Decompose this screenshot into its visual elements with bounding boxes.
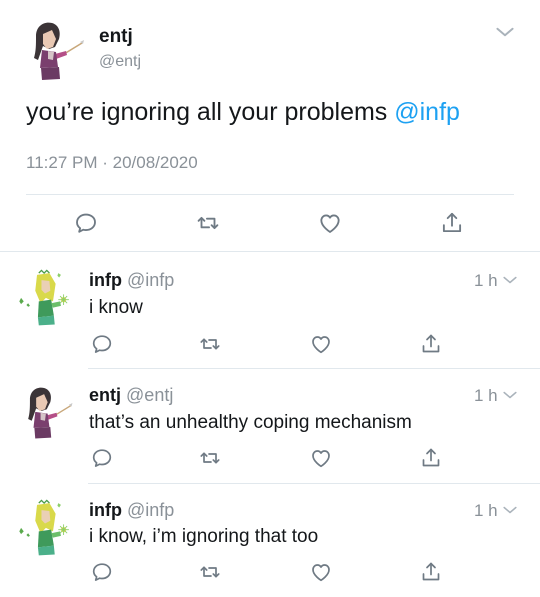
share-button[interactable] xyxy=(438,209,466,237)
like-button[interactable] xyxy=(307,330,335,358)
entj-avatar[interactable] xyxy=(14,380,76,442)
retweet-icon xyxy=(198,560,222,584)
reply-author-handle[interactable]: @entj xyxy=(126,385,173,405)
like-button[interactable] xyxy=(307,558,335,586)
reply-text: that’s an unhealthy coping mechanism xyxy=(89,412,412,433)
share-button[interactable] xyxy=(417,444,445,472)
like-icon xyxy=(309,446,333,470)
reply-author-name[interactable]: infp xyxy=(89,500,122,520)
chevron-down-icon[interactable] xyxy=(500,500,520,520)
like-button[interactable] xyxy=(307,444,335,472)
reply-time[interactable]: 1 h xyxy=(474,271,498,291)
reply-author-name[interactable]: entj xyxy=(89,385,121,405)
share-button[interactable] xyxy=(417,330,445,358)
divider xyxy=(26,194,514,195)
retweet-button[interactable] xyxy=(196,558,224,586)
reply-icon xyxy=(90,332,114,356)
mention-link[interactable]: @infp xyxy=(394,98,460,126)
reply-header: infp @infp xyxy=(89,270,174,291)
infp-avatar[interactable] xyxy=(14,266,76,328)
reply-author-handle[interactable]: @infp xyxy=(127,270,174,290)
like-icon xyxy=(309,560,333,584)
reply-header: entj @entj xyxy=(89,385,173,406)
like-icon xyxy=(317,210,343,236)
retweet-icon xyxy=(198,446,222,470)
reply-button[interactable] xyxy=(72,209,100,237)
reply-button[interactable] xyxy=(88,558,116,586)
retweet-icon xyxy=(198,332,222,356)
entj-avatar[interactable] xyxy=(18,14,88,84)
retweet-button[interactable] xyxy=(194,209,222,237)
share-icon xyxy=(419,332,443,356)
divider xyxy=(88,483,540,484)
reply-button[interactable] xyxy=(88,444,116,472)
infp-avatar[interactable] xyxy=(14,496,76,558)
chevron-down-icon[interactable] xyxy=(500,385,520,405)
retweet-button[interactable] xyxy=(196,444,224,472)
reply-header: infp @infp xyxy=(89,500,174,521)
share-icon xyxy=(439,210,465,236)
like-icon xyxy=(309,332,333,356)
reply-time[interactable]: 1 h xyxy=(474,501,498,521)
retweet-button[interactable] xyxy=(196,330,224,358)
reply-author-name[interactable]: infp xyxy=(89,270,122,290)
like-button[interactable] xyxy=(316,209,344,237)
chevron-down-icon[interactable] xyxy=(492,19,518,45)
reply-button[interactable] xyxy=(88,330,116,358)
author-handle[interactable]: @entj xyxy=(99,53,141,71)
reply-time[interactable]: 1 h xyxy=(474,386,498,406)
reply-icon xyxy=(73,210,99,236)
divider xyxy=(0,251,540,252)
tweet-timestamp[interactable]: 11:27 PM · 20/08/2020 xyxy=(26,153,198,173)
tweet-body: you’re ignoring all your problems xyxy=(26,98,395,126)
tweet-text: you’re ignoring all your problems @infp xyxy=(26,96,460,128)
reply-author-handle[interactable]: @infp xyxy=(127,500,174,520)
author-name[interactable]: entj xyxy=(99,26,133,48)
reply-text: i know, i’m ignoring that too xyxy=(89,526,319,547)
share-icon xyxy=(419,446,443,470)
divider xyxy=(88,368,540,369)
share-button[interactable] xyxy=(417,558,445,586)
reply-icon xyxy=(90,446,114,470)
share-icon xyxy=(419,560,443,584)
chevron-down-icon[interactable] xyxy=(500,270,520,290)
reply-text: i know xyxy=(89,297,143,318)
reply-icon xyxy=(90,560,114,584)
retweet-icon xyxy=(195,210,221,236)
